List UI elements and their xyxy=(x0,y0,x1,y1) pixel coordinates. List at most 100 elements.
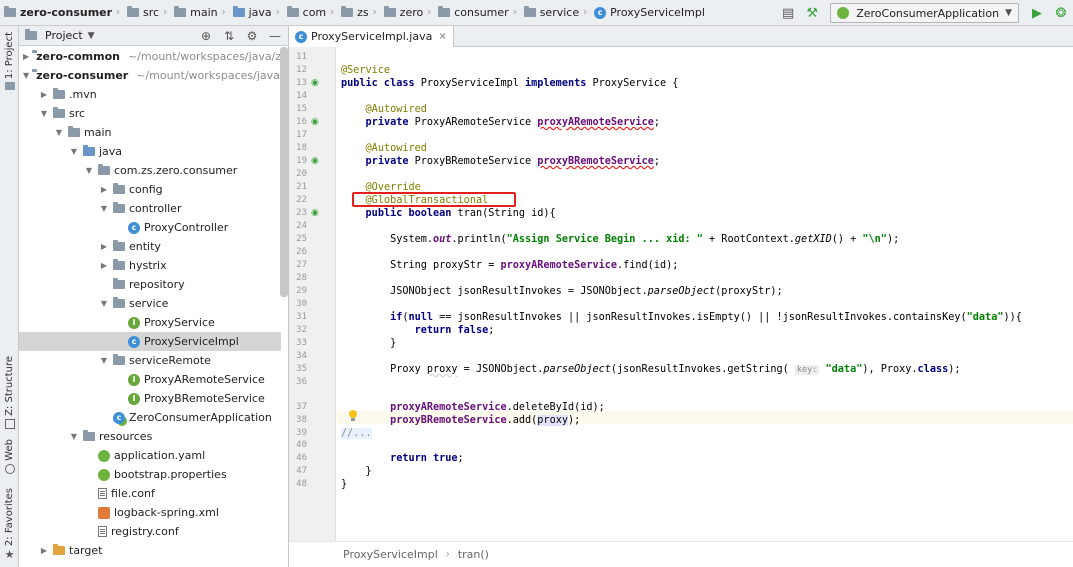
expand-arrow-icon[interactable]: ▶ xyxy=(38,90,50,99)
bean-marker-icon[interactable]: ◉ xyxy=(311,155,319,168)
scroll-from-source-icon[interactable]: ⊕ xyxy=(199,29,213,43)
collapse-arrow-icon[interactable]: ▼ xyxy=(98,299,110,308)
tree-item[interactable]: application.yaml xyxy=(19,446,281,465)
tree-item[interactable]: bootstrap.properties xyxy=(19,465,281,484)
structure-tool-button[interactable]: Z: Structure xyxy=(0,356,19,429)
expand-arrow-icon[interactable]: ▶ xyxy=(98,185,110,194)
tree-item[interactable]: ▶ hystrix xyxy=(19,256,281,275)
breadcrumb-item[interactable]: src › xyxy=(123,0,170,26)
tree-item[interactable]: ▼ serviceRemote xyxy=(19,351,281,370)
tree-item[interactable]: c ProxyServiceImpl xyxy=(19,332,281,351)
tree-item-label: zero-consumer xyxy=(36,69,129,82)
breadcrumb-item[interactable]: com › xyxy=(283,0,338,26)
project-tool-button[interactable]: 1: Project xyxy=(0,32,19,91)
tree-item-label: controller xyxy=(129,202,182,215)
tree-item-label: entity xyxy=(129,240,161,253)
breadcrumb-class[interactable]: ProxyServiceImpl xyxy=(343,548,438,561)
expand-arrow-icon[interactable]: ▶ xyxy=(38,546,50,555)
editor-gutter[interactable]: 11 12 13 14 15 16 17 18 19 20 21 22 23 24 25 26 27 28 29 30… xyxy=(289,47,336,541)
project-tree: ▶ zero-common ~/mount/workspaces/java/z ▼ ze… xyxy=(19,47,281,567)
tree-item[interactable]: ▼ controller xyxy=(19,199,281,218)
tree-item[interactable]: ▼ service xyxy=(19,294,281,313)
chevron-down-icon[interactable]: ▼ xyxy=(88,31,95,41)
expand-arrow-icon[interactable]: ▶ xyxy=(98,261,110,270)
collapse-arrow-icon[interactable]: ▼ xyxy=(38,109,50,118)
expand-arrow-icon[interactable]: ▶ xyxy=(98,242,110,251)
tree-item[interactable]: c ZeroConsumerApplication xyxy=(19,408,281,427)
line-number: 17 xyxy=(296,130,307,140)
collapse-arrow-icon[interactable]: ▼ xyxy=(83,166,95,175)
tree-item[interactable]: ▼ resources xyxy=(19,427,281,446)
tree-item[interactable]: repository xyxy=(19,275,281,294)
line-number: 34 xyxy=(296,351,307,361)
tree-item[interactable]: ▶ config xyxy=(19,180,281,199)
project-panel: Project ▼ ⊕ ⇅ ⚙ — ▶ zero-common ~/mount/wo… xyxy=(19,26,289,567)
tree-item-label: java xyxy=(99,145,123,158)
collapse-arrow-icon[interactable]: ▼ xyxy=(68,432,80,441)
gear-icon[interactable]: ⚙ xyxy=(245,29,259,43)
tree-item-path: ~/mount/workspaces/java/ xyxy=(136,69,281,82)
override-marker-icon[interactable]: ◉ xyxy=(311,207,319,220)
hide-panel-icon[interactable]: — xyxy=(268,29,282,43)
collapse-all-icon[interactable]: ⇅ xyxy=(222,29,236,43)
tree-item-label: ProxyServiceImpl xyxy=(144,335,239,348)
breadcrumb-item[interactable]: java › xyxy=(229,0,283,26)
collapse-arrow-icon[interactable]: ▼ xyxy=(98,204,110,213)
collapse-arrow-icon[interactable]: ▼ xyxy=(98,356,110,365)
tree-item[interactable]: ▶ .mvn xyxy=(19,85,281,104)
tree-item[interactable]: I ProxyBRemoteService xyxy=(19,389,281,408)
tree-item[interactable]: ▶ zero-common ~/mount/workspaces/java/z xyxy=(19,47,281,66)
line-number: 18 xyxy=(296,143,307,153)
tree-item[interactable]: logback-spring.xml xyxy=(19,503,281,522)
breadcrumb-item[interactable]: c ProxyServiceImpl xyxy=(590,0,708,26)
collapse-arrow-icon[interactable]: ▼ xyxy=(23,71,29,80)
implements-marker-icon[interactable]: ◉ xyxy=(311,77,319,90)
folder-icon xyxy=(53,88,65,99)
tree-item[interactable]: ▼ java xyxy=(19,142,281,161)
web-tool-button[interactable]: Web xyxy=(0,439,19,474)
tree-item[interactable]: ▼ com.zs.zero.consumer xyxy=(19,161,281,180)
code-editor[interactable]: @Service public class ProxyServiceImpl i… xyxy=(337,47,1073,541)
tree-item[interactable]: c ProxyController xyxy=(19,218,281,237)
project-tree-scrollbar[interactable] xyxy=(280,47,288,297)
run-icon[interactable]: ▶ xyxy=(1028,4,1046,22)
breadcrumb-item[interactable]: zero › xyxy=(380,0,435,26)
tree-item[interactable]: I ProxyARemoteService xyxy=(19,370,281,389)
close-icon[interactable]: × xyxy=(438,31,446,42)
collapse-arrow-icon[interactable]: ▼ xyxy=(68,147,80,156)
breadcrumb-method[interactable]: tran() xyxy=(458,548,489,561)
lightbulb-icon[interactable] xyxy=(348,410,357,422)
tree-item[interactable]: ▶ target xyxy=(19,541,281,560)
tree-item[interactable]: I ProxyService xyxy=(19,313,281,332)
tree-item[interactable]: registry.conf xyxy=(19,522,281,541)
favorites-tool-button[interactable]: 2: Favorites ★ xyxy=(0,488,19,561)
breadcrumb-item[interactable]: zs › xyxy=(337,0,380,26)
tab-proxy-service-impl[interactable]: c ProxyServiceImpl.java × xyxy=(289,26,454,47)
line-number: 47 xyxy=(296,466,307,476)
code-line-23: public boolean tran(String id){ xyxy=(365,208,556,219)
highlight-annotation-box xyxy=(352,192,516,207)
run-configuration-select[interactable]: ZeroConsumerApplication ▼ xyxy=(830,3,1019,23)
project-view-select[interactable]: Project xyxy=(45,29,83,42)
tree-item[interactable]: file.conf xyxy=(19,484,281,503)
bean-marker-icon[interactable]: ◉ xyxy=(311,116,319,129)
breadcrumb-item[interactable]: zero-consumer › xyxy=(0,0,123,26)
breadcrumb-item[interactable]: main › xyxy=(170,0,228,26)
package-icon xyxy=(113,202,125,213)
breadcrumb-item[interactable]: service › xyxy=(520,0,590,26)
tree-item-label: ProxyService xyxy=(144,316,215,329)
project-structure-icon[interactable]: ▤ xyxy=(779,4,797,22)
expand-arrow-icon[interactable]: ▶ xyxy=(23,52,29,61)
line-number: 12 xyxy=(296,65,307,75)
tree-item[interactable]: ▼ src xyxy=(19,104,281,123)
tree-item[interactable]: ▼ main xyxy=(19,123,281,142)
debug-icon[interactable]: ❂ xyxy=(1052,4,1070,22)
breadcrumb-item[interactable]: consumer › xyxy=(434,0,519,26)
tab-label: ProxyServiceImpl.java xyxy=(311,30,433,43)
build-hammer-icon[interactable]: ⚒ xyxy=(803,4,821,22)
collapse-arrow-icon[interactable]: ▼ xyxy=(53,128,65,137)
tree-item[interactable]: ▶ entity xyxy=(19,237,281,256)
tree-item[interactable]: ▼ zero-consumer ~/mount/workspaces/java/ xyxy=(19,66,281,85)
chevron-down-icon: ▼ xyxy=(1005,8,1012,18)
tree-item-label: com.zs.zero.consumer xyxy=(114,164,238,177)
